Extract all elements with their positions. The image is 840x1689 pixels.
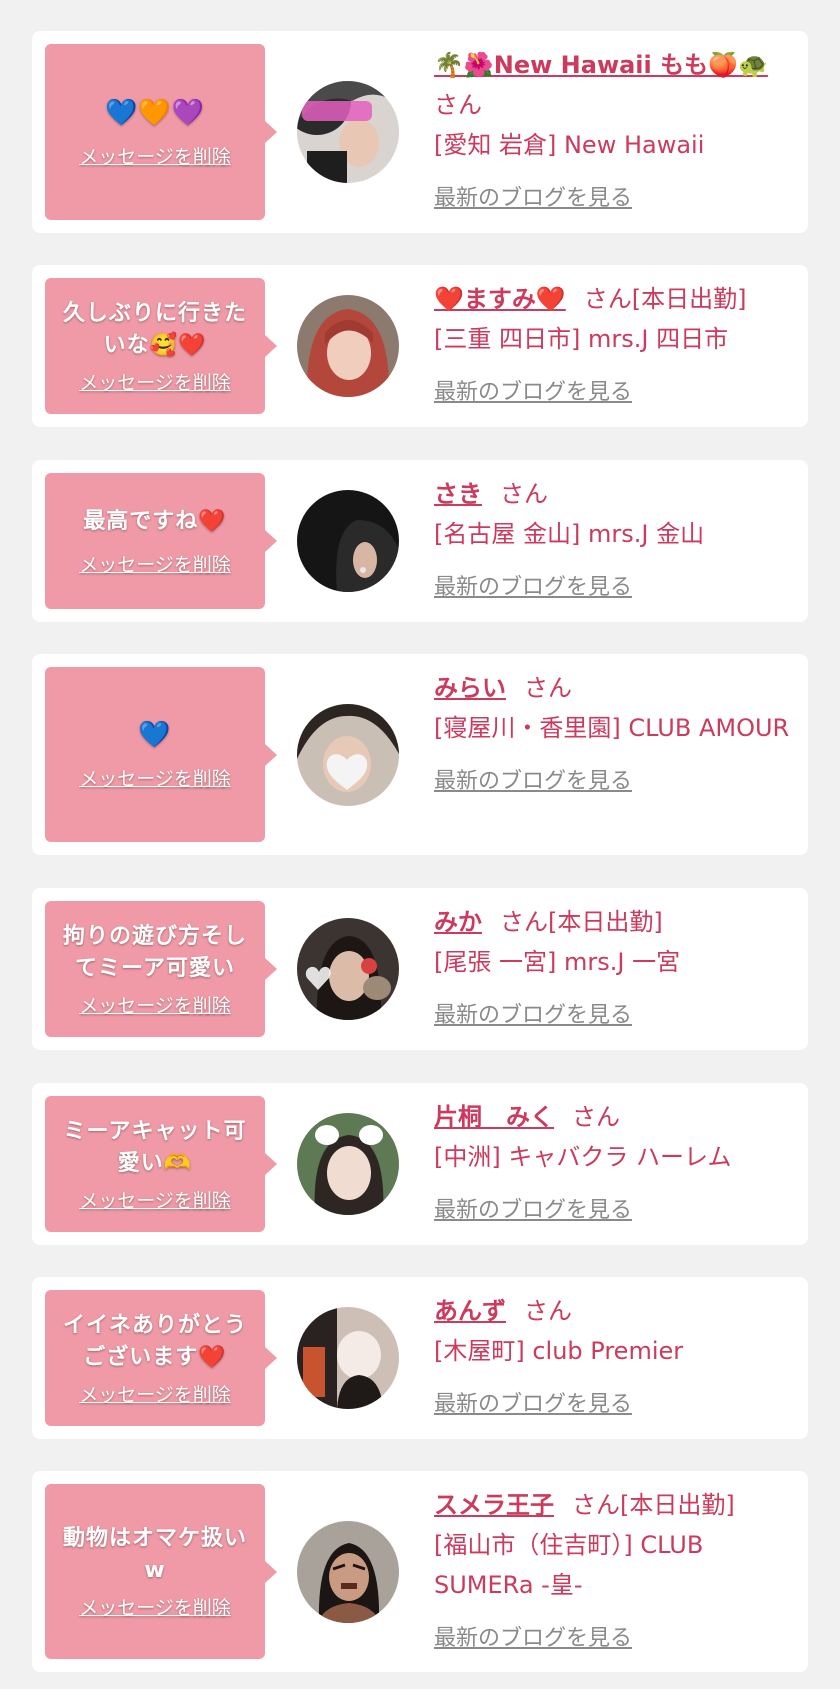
message-text: 拘りの遊び方そしてミーア可愛い	[62, 923, 247, 981]
avatar[interactable]	[297, 295, 399, 397]
message-text: 💙🧡💜	[104, 97, 206, 128]
avatar-photo	[297, 295, 399, 397]
avatar[interactable]	[297, 918, 399, 1020]
avatar-photo	[297, 1113, 399, 1215]
cast-info: みらい さん [寝屋川・香里園] CLUB AMOUR 最新のブログを見る	[434, 668, 794, 802]
cast-info: 🌴🌺New Hawaii もも🍑🐢 さん [愛知 岩倉] New Hawaii …	[434, 45, 794, 219]
avatar[interactable]	[297, 1521, 399, 1623]
avatar-photo	[297, 81, 399, 183]
cast-info: ❤️ますみ❤️ さん[本日出勤] [三重 四日市] mrs.J 四日市 最新のブロ…	[434, 279, 794, 413]
message-card: 拘りの遊び方そしてミーア可愛い メッセージを削除 みか さん[本日出勤] [尾張 …	[32, 888, 808, 1050]
blog-link[interactable]: 最新のブログを見る	[434, 179, 632, 219]
name-suffix: さん	[434, 91, 482, 119]
cast-name-link[interactable]: さき	[434, 480, 482, 508]
blog-link[interactable]: 最新のブログを見る	[434, 568, 632, 608]
delete-message-link[interactable]: メッセージを削除	[79, 142, 231, 169]
message-card: 💙 メッセージを削除 みらい さん [寝屋川・香里園] CLUB AMOUR 最新…	[32, 654, 808, 855]
shop-label: [尾張 一宮] mrs.J 一宮	[434, 948, 681, 976]
avatar-photo	[297, 1521, 399, 1623]
avatar-photo	[297, 704, 399, 806]
message-text: ミーアキャット可愛い🫶	[63, 1118, 247, 1176]
shop-label: [寝屋川・香里園] CLUB AMOUR	[434, 714, 790, 742]
delete-message-link[interactable]: メッセージを削除	[79, 1380, 231, 1407]
shop-label: [愛知 岩倉] New Hawaii	[434, 131, 705, 159]
delete-message-link[interactable]: メッセージを削除	[79, 764, 231, 791]
message-bubble: ミーアキャット可愛い🫶 メッセージを削除	[45, 1096, 277, 1232]
message-card: 久しぶりに行きたいな🥰❤️ メッセージを削除 ❤️ますみ❤️ さん[本日出勤] […	[32, 265, 808, 427]
cast-name-link[interactable]: 🌴🌺New Hawaii もも🍑🐢	[434, 51, 768, 79]
name-suffix: さん[本日出勤]	[572, 1491, 735, 1519]
blog-link[interactable]: 最新のブログを見る	[434, 1191, 632, 1231]
cast-info: あんず さん [木屋町] club Premier 最新のブログを見る	[434, 1291, 794, 1425]
delete-message-link[interactable]: メッセージを削除	[79, 991, 231, 1018]
name-suffix: さん	[572, 1103, 620, 1131]
message-bubble: イイネありがとうございます❤️ メッセージを削除	[45, 1290, 277, 1426]
cast-info: スメラ王子 さん[本日出勤] [福山市（住吉町）] CLUB SUMERa -皇-…	[434, 1485, 794, 1659]
blog-link[interactable]: 最新のブログを見る	[434, 1385, 632, 1425]
blog-link[interactable]: 最新のブログを見る	[434, 762, 632, 802]
avatar[interactable]	[297, 1307, 399, 1409]
cast-name-link[interactable]: あんず	[434, 1297, 506, 1325]
message-card: 最高ですね❤️ メッセージを削除 さき さん [名古屋 金山] mrs.J 金山 …	[32, 460, 808, 622]
avatar[interactable]	[297, 490, 399, 592]
cast-name-link[interactable]: スメラ王子	[434, 1491, 554, 1519]
shop-label: [福山市（住吉町）] CLUB SUMERa -皇-	[434, 1531, 704, 1599]
cast-info: 片桐 みく さん [中洲] キャバクラ ハーレム 最新のブログを見る	[434, 1097, 794, 1231]
blog-link[interactable]: 最新のブログを見る	[434, 373, 632, 413]
message-bubble: 拘りの遊び方そしてミーア可愛い メッセージを削除	[45, 901, 277, 1037]
message-card: 動物はオマケ扱いw メッセージを削除 スメラ王子 さん[本日出勤] [福山市（住吉…	[32, 1471, 808, 1672]
shop-label: [木屋町] club Premier	[434, 1337, 684, 1365]
avatar-photo	[297, 1307, 399, 1409]
message-text: 最高ですね❤️	[83, 508, 227, 534]
cast-name-link[interactable]: みか	[434, 908, 482, 936]
message-text: イイネありがとうございます❤️	[62, 1312, 247, 1370]
name-suffix: さん	[500, 480, 548, 508]
avatar[interactable]	[297, 81, 399, 183]
message-bubble: 💙 メッセージを削除	[45, 667, 277, 842]
avatar-photo	[297, 918, 399, 1020]
message-bubble: 久しぶりに行きたいな🥰❤️ メッセージを削除	[45, 278, 277, 414]
delete-message-link[interactable]: メッセージを削除	[79, 550, 231, 577]
blog-link[interactable]: 最新のブログを見る	[434, 996, 632, 1036]
name-suffix: さん	[524, 674, 572, 702]
name-suffix: さん[本日出勤]	[583, 285, 747, 313]
message-card: 💙🧡💜 メッセージを削除 🌴🌺New Hawaii もも🍑🐢 さん [愛知 岩倉…	[32, 31, 808, 233]
shop-label: [中洲] キャバクラ ハーレム	[434, 1143, 732, 1171]
shop-label: [名古屋 金山] mrs.J 金山	[434, 520, 705, 548]
message-list: 💙🧡💜 メッセージを削除 🌴🌺New Hawaii もも🍑🐢 さん [愛知 岩倉…	[0, 0, 840, 1689]
cast-info: みか さん[本日出勤] [尾張 一宮] mrs.J 一宮 最新のブログを見る	[434, 902, 794, 1036]
message-card: ミーアキャット可愛い🫶 メッセージを削除 片桐 みく さん [中洲] キャバクラ …	[32, 1083, 808, 1245]
message-bubble: 💙🧡💜 メッセージを削除	[45, 44, 277, 220]
message-bubble: 最高ですね❤️ メッセージを削除	[45, 473, 277, 609]
shop-label: [三重 四日市] mrs.J 四日市	[434, 325, 729, 353]
avatar-photo	[297, 490, 399, 592]
message-text: 動物はオマケ扱いw	[62, 1526, 247, 1583]
message-card: イイネありがとうございます❤️ メッセージを削除 あんず さん [木屋町] clu…	[32, 1277, 808, 1439]
avatar[interactable]	[297, 1113, 399, 1215]
message-text: 💙	[138, 720, 172, 750]
message-bubble: 動物はオマケ扱いw メッセージを削除	[45, 1484, 277, 1659]
cast-name-link[interactable]: ❤️ますみ❤️	[434, 285, 566, 313]
avatar[interactable]	[297, 704, 399, 806]
delete-message-link[interactable]: メッセージを削除	[79, 1186, 231, 1213]
message-text: 久しぶりに行きたいな🥰❤️	[62, 300, 247, 358]
name-suffix: さん	[524, 1297, 572, 1325]
cast-info: さき さん [名古屋 金山] mrs.J 金山 最新のブログを見る	[434, 474, 794, 608]
delete-message-link[interactable]: メッセージを削除	[79, 368, 231, 395]
name-suffix: さん[本日出勤]	[500, 908, 663, 936]
cast-name-link[interactable]: みらい	[434, 674, 506, 702]
cast-name-link[interactable]: 片桐 みく	[434, 1103, 554, 1131]
blog-link[interactable]: 最新のブログを見る	[434, 1619, 632, 1659]
delete-message-link[interactable]: メッセージを削除	[79, 1593, 231, 1620]
